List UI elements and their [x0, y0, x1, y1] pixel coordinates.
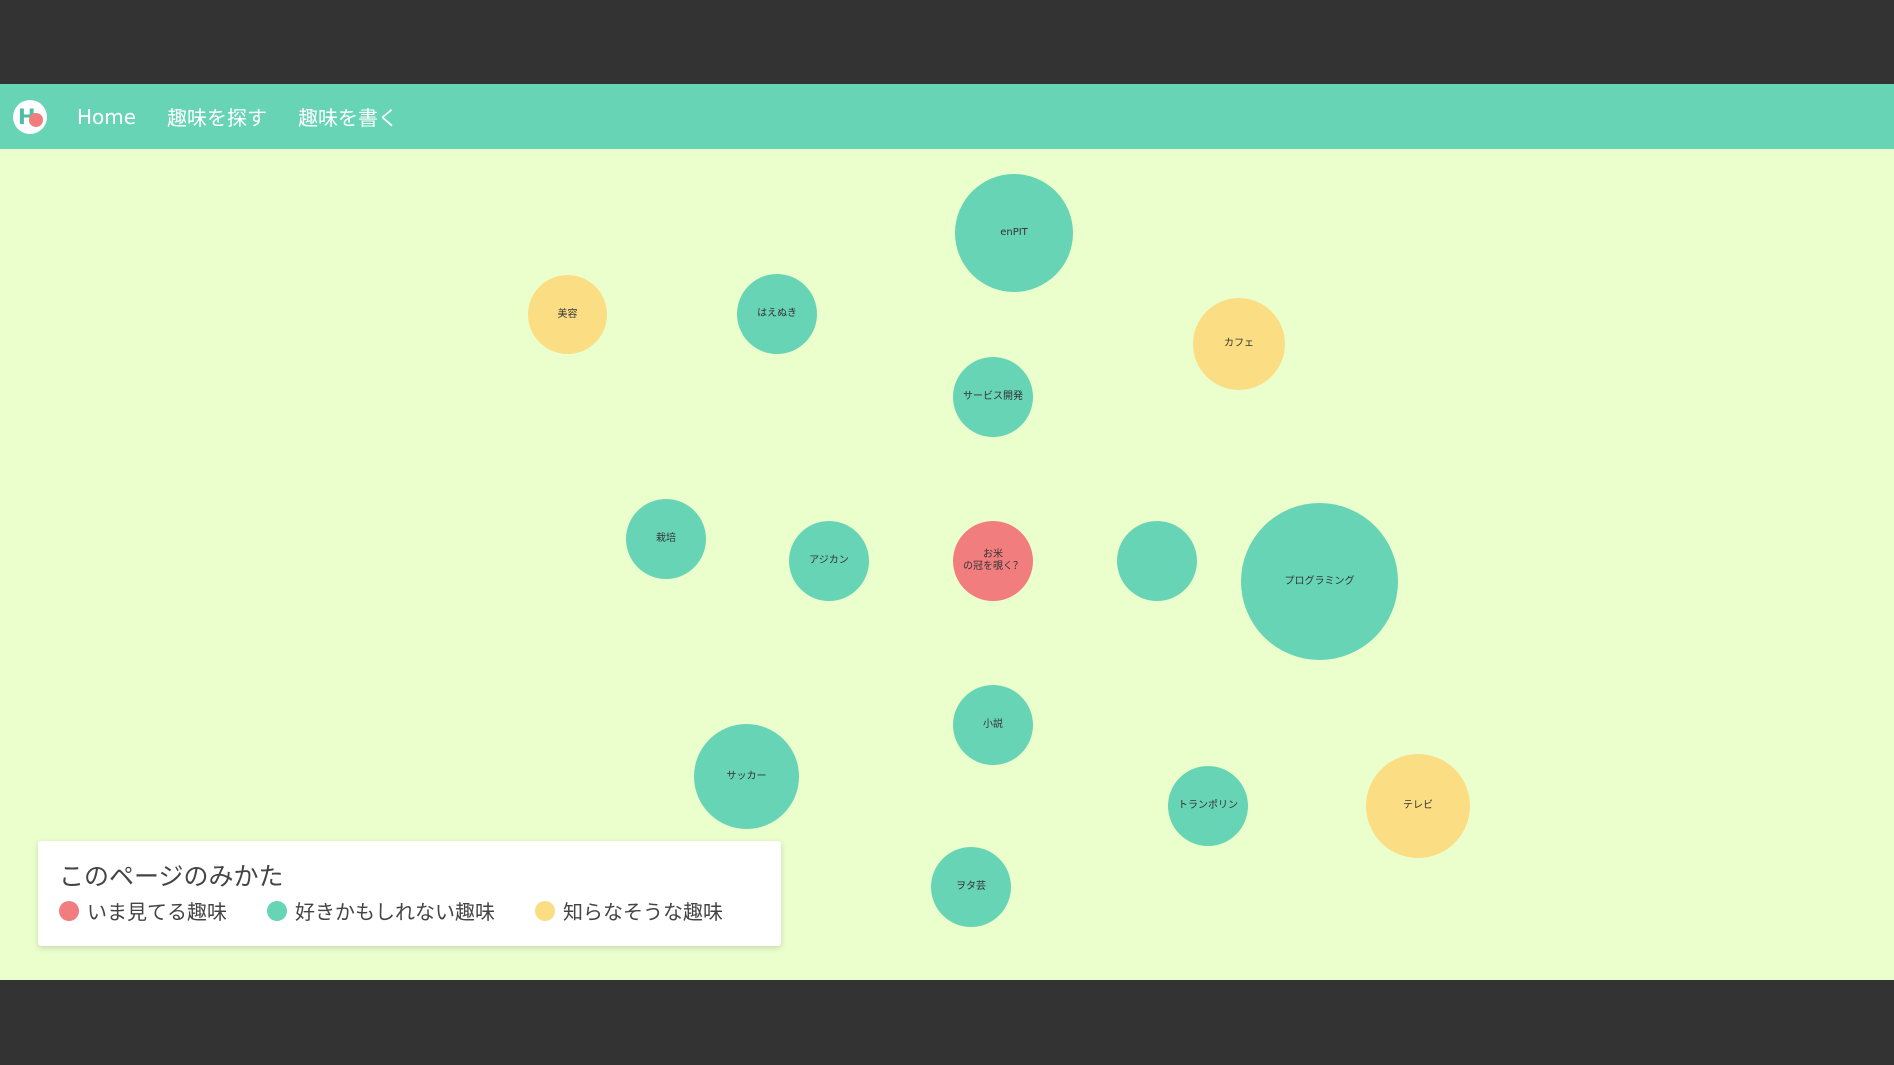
hobby-bubble-trampoline[interactable]: トランポリン [1168, 766, 1248, 846]
hobby-bubble-enpit[interactable]: enPIT [955, 174, 1073, 292]
legend-label-unknown: 知らなそうな趣味 [563, 900, 723, 924]
nav-link-explore[interactable]: 趣味を探す [167, 102, 267, 131]
legend-label-current: いま見てる趣味 [87, 900, 227, 924]
hobby-bubble-saibai[interactable]: 栽培 [626, 499, 706, 579]
hobby-bubble-programming[interactable]: プログラミング [1241, 503, 1398, 660]
hobby-bubble-unlabeled[interactable] [1117, 521, 1197, 601]
hobby-bubble-tv[interactable]: テレビ [1366, 754, 1470, 858]
legend-item-current: いま見てる趣味 [59, 896, 227, 925]
legend-item-maybe-like: 好きかもしれない趣味 [267, 896, 495, 925]
navbar: H Home 趣味を探す 趣味を書く [0, 84, 1894, 149]
yellow-dot-icon [535, 900, 555, 921]
hobby-bubble-ajikan[interactable]: アジカン [789, 521, 869, 601]
nav-link-write[interactable]: 趣味を書く [298, 102, 398, 131]
legend-item-unknown: 知らなそうな趣味 [535, 896, 723, 925]
nav-link-home[interactable]: Home [77, 105, 136, 129]
hobby-bubble-wotagei[interactable]: ヲタ芸 [931, 847, 1011, 927]
hobby-bubble-current[interactable]: お米 の冠を覗く？ [953, 521, 1033, 601]
legend-label-maybe-like: 好きかもしれない趣味 [295, 900, 495, 924]
hobby-bubble-cafe[interactable]: カフェ [1193, 298, 1285, 390]
hobby-logo-icon[interactable]: H [13, 99, 47, 134]
hobby-bubble-service[interactable]: サービス開発 [953, 357, 1033, 437]
hobby-bubble-biyou[interactable]: 美容 [528, 275, 607, 354]
red-dot-icon [59, 900, 79, 921]
legend-panel: このページのみかた いま見てる趣味 好きかもしれない趣味 知らなそうな趣味 [38, 841, 781, 946]
green-dot-icon [267, 900, 287, 921]
hobby-bubble-soccer[interactable]: サッカー [694, 724, 799, 829]
hobby-bubble-haenuki[interactable]: はえぬき [737, 274, 817, 354]
legend-title: このページのみかた [59, 862, 284, 891]
hobby-bubble-shousetsu[interactable]: 小説 [953, 685, 1033, 765]
